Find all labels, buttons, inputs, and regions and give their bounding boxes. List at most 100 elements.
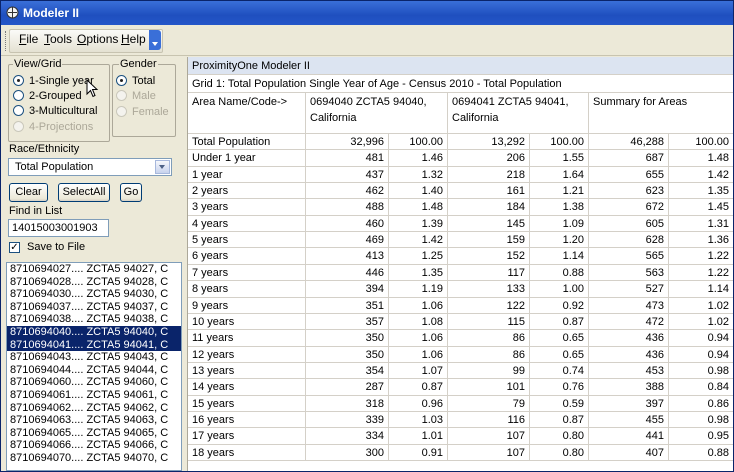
grid-cell[interactable]: 469 — [306, 232, 389, 248]
select-all-button[interactable]: SelectAll — [58, 183, 110, 202]
grid-cell[interactable]: 1.02 — [669, 298, 733, 314]
grid-cell[interactable]: 1.19 — [389, 281, 448, 298]
grid-row-label[interactable]: 11 years — [188, 330, 306, 347]
list-item[interactable]: 8710694027.... ZCTA5 94027, C — [7, 263, 181, 276]
list-item[interactable]: 8710694044.... ZCTA5 94044, C — [7, 364, 181, 377]
grid-cell[interactable]: 1.02 — [669, 314, 733, 330]
grid-cell[interactable]: 145 — [448, 216, 530, 232]
grid-cell[interactable]: 436 — [589, 330, 669, 347]
grid-cell[interactable]: 1.48 — [669, 150, 733, 167]
menu-options[interactable]: Options — [77, 32, 118, 46]
grid-cell[interactable]: 79 — [448, 396, 530, 412]
grid-cell[interactable]: 441 — [589, 428, 669, 445]
grid-cell[interactable]: 287 — [306, 379, 389, 396]
grid-cell[interactable]: 0.96 — [389, 396, 448, 412]
grid-row-label[interactable]: 1 year — [188, 167, 306, 183]
grid-cell[interactable]: 0.80 — [530, 445, 589, 461]
grid-row-label[interactable]: 2 years — [188, 183, 306, 199]
grid-cell[interactable]: 1.42 — [389, 232, 448, 248]
grid-cell[interactable]: 184 — [448, 199, 530, 216]
grid-row-label[interactable]: 10 years — [188, 314, 306, 330]
grid-header-col3[interactable]: Summary for Areas — [589, 93, 733, 134]
grid-cell[interactable]: 1.06 — [389, 298, 448, 314]
grid-title[interactable]: Grid 1: Total Population Single Year of … — [188, 75, 733, 93]
grid-row-label[interactable]: Total Population — [188, 134, 306, 150]
grid-cell[interactable]: 388 — [589, 379, 669, 396]
list-item[interactable]: 8710694065.... ZCTA5 94065, C — [7, 427, 181, 440]
grid-row-label[interactable]: 5 years — [188, 232, 306, 248]
grid-row-label[interactable]: 16 years — [188, 412, 306, 428]
grid-cell[interactable]: 357 — [306, 314, 389, 330]
grid-cell[interactable]: 107 — [448, 428, 530, 445]
grid-cell[interactable]: 1.03 — [389, 412, 448, 428]
grid-cell[interactable]: 100.00 — [530, 134, 589, 150]
grid-cell[interactable]: 350 — [306, 347, 389, 363]
grid-cell[interactable]: 1.32 — [389, 167, 448, 183]
grid-cell[interactable]: 453 — [589, 363, 669, 379]
grid-row-label[interactable]: 7 years — [188, 265, 306, 281]
list-item[interactable]: 8710694030.... ZCTA5 94030, C — [7, 288, 181, 301]
grid-cell[interactable]: 116 — [448, 412, 530, 428]
list-item[interactable]: 8710694037.... ZCTA5 94037, C — [7, 301, 181, 314]
grid-cell[interactable]: 0.87 — [530, 314, 589, 330]
grid-cell[interactable]: 32,996 — [306, 134, 389, 150]
grid-cell[interactable]: 206 — [448, 150, 530, 167]
grid-row-label[interactable]: 8 years — [188, 281, 306, 298]
list-item[interactable]: 8710694041.... ZCTA5 94041, C — [7, 338, 181, 352]
grid-cell[interactable]: 397 — [589, 396, 669, 412]
list-item[interactable]: 8710694070.... ZCTA5 94070, C — [7, 452, 181, 465]
grid-cell[interactable]: 0.59 — [530, 396, 589, 412]
grid-row-label[interactable]: Under 1 year — [188, 150, 306, 167]
grid-cell[interactable]: 0.98 — [669, 412, 733, 428]
radio-grouped[interactable]: 2-Grouped — [13, 90, 82, 103]
grid-cell[interactable]: 628 — [589, 232, 669, 248]
grid-cell[interactable]: 460 — [306, 216, 389, 232]
grid-cell[interactable]: 0.94 — [669, 347, 733, 363]
grid-cell[interactable]: 159 — [448, 232, 530, 248]
grid-cell[interactable]: 1.35 — [389, 265, 448, 281]
grid-cell[interactable]: 446 — [306, 265, 389, 281]
grid-cell[interactable]: 1.06 — [389, 330, 448, 347]
go-button[interactable]: Go — [120, 183, 142, 202]
grid-cell[interactable]: 1.38 — [530, 199, 589, 216]
list-item[interactable]: 8710694028.... ZCTA5 94028, C — [7, 276, 181, 289]
grid-cell[interactable]: 0.88 — [530, 265, 589, 281]
grid-cell[interactable]: 122 — [448, 298, 530, 314]
list-item[interactable]: 8710694043.... ZCTA5 94043, C — [7, 351, 181, 364]
grid-header-col2[interactable]: 0694041 ZCTA5 94041, California — [448, 93, 589, 134]
grid-cell[interactable]: 565 — [589, 248, 669, 265]
title-bar[interactable]: Modeler II — [1, 1, 733, 25]
grid-cell[interactable]: 117 — [448, 265, 530, 281]
chevron-down-icon[interactable] — [155, 160, 170, 174]
grid-cell[interactable]: 527 — [589, 281, 669, 298]
grid-cell[interactable]: 1.55 — [530, 150, 589, 167]
list-item[interactable]: 8710694060.... ZCTA5 94060, C — [7, 376, 181, 389]
grid-cell[interactable]: 0.98 — [669, 363, 733, 379]
list-item[interactable]: 8710694061.... ZCTA5 94061, C — [7, 389, 181, 402]
list-item[interactable]: 8710694040.... ZCTA5 94040, C — [7, 325, 181, 339]
grid-cell[interactable]: 0.88 — [669, 445, 733, 461]
grid-cell[interactable]: 133 — [448, 281, 530, 298]
grid-row-label[interactable]: 18 years — [188, 445, 306, 461]
grid-cell[interactable]: 0.91 — [389, 445, 448, 461]
grid-cell[interactable]: 0.87 — [389, 379, 448, 396]
grid-cell[interactable]: 152 — [448, 248, 530, 265]
list-item[interactable]: 8710694063.... ZCTA5 94063, C — [7, 414, 181, 427]
grid-cell[interactable]: 0.80 — [530, 428, 589, 445]
menu-overflow-chevron-icon[interactable] — [149, 30, 161, 50]
grid-cell[interactable]: 161 — [448, 183, 530, 199]
grid-row-label[interactable]: 6 years — [188, 248, 306, 265]
grid-cell[interactable]: 1.09 — [530, 216, 589, 232]
list-item[interactable]: 8710694062.... ZCTA5 94062, C — [7, 402, 181, 415]
grid-cell[interactable]: 1.21 — [530, 183, 589, 199]
grid-cell[interactable]: 455 — [589, 412, 669, 428]
grid-cell[interactable]: 86 — [448, 330, 530, 347]
grid-cell[interactable]: 481 — [306, 150, 389, 167]
grid-cell[interactable]: 0.65 — [530, 330, 589, 347]
grid-cell[interactable]: 1.22 — [669, 265, 733, 281]
clear-button[interactable]: Clear — [9, 183, 48, 202]
grid-cell[interactable]: 0.94 — [669, 330, 733, 347]
grid-cell[interactable]: 413 — [306, 248, 389, 265]
grid-cell[interactable]: 100.00 — [389, 134, 448, 150]
grid-cell[interactable]: 351 — [306, 298, 389, 314]
